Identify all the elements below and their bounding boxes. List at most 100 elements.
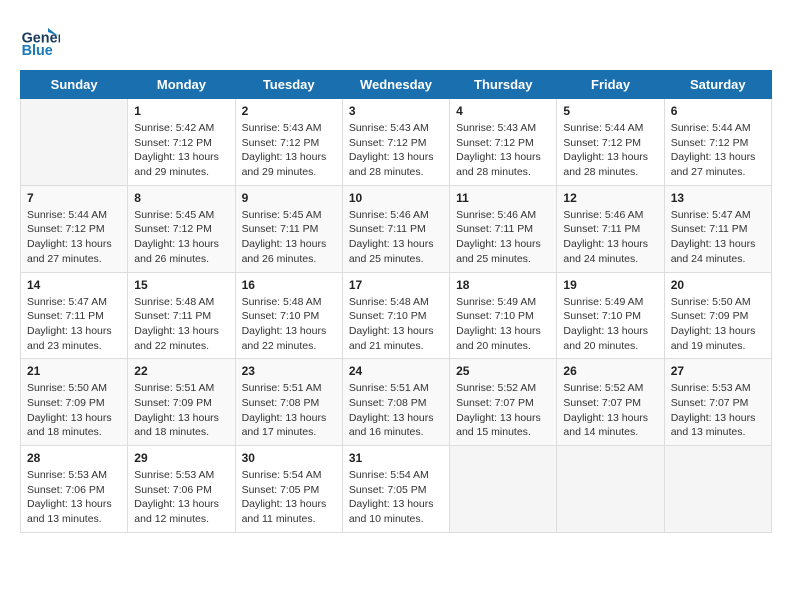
calendar-cell: 28 Sunrise: 5:53 AM Sunset: 7:06 PM Dayli… [21, 446, 128, 533]
day-info: Sunrise: 5:48 AM Sunset: 7:11 PM Dayligh… [134, 295, 228, 354]
day-number: 28 [27, 451, 121, 465]
calendar-cell: 14 Sunrise: 5:47 AM Sunset: 7:11 PM Dayli… [21, 272, 128, 359]
calendar-cell: 30 Sunrise: 5:54 AM Sunset: 7:05 PM Dayli… [235, 446, 342, 533]
day-number: 24 [349, 364, 443, 378]
day-number: 29 [134, 451, 228, 465]
calendar-cell: 10 Sunrise: 5:46 AM Sunset: 7:11 PM Dayli… [342, 185, 449, 272]
day-info: Sunrise: 5:52 AM Sunset: 7:07 PM Dayligh… [456, 381, 550, 440]
calendar-table: SundayMondayTuesdayWednesdayThursdayFrid… [20, 70, 772, 533]
day-number: 25 [456, 364, 550, 378]
logo-icon: General Blue [20, 20, 60, 60]
day-number: 7 [27, 191, 121, 205]
day-number: 16 [242, 278, 336, 292]
day-info: Sunrise: 5:49 AM Sunset: 7:10 PM Dayligh… [563, 295, 657, 354]
calendar-cell: 11Sunrise: 5:46 AM Sunset: 7:11 PM Dayli… [450, 185, 557, 272]
calendar-cell: 18Sunrise: 5:49 AM Sunset: 7:10 PM Dayli… [450, 272, 557, 359]
day-info: Sunrise: 5:51 AM Sunset: 7:08 PM Dayligh… [242, 381, 336, 440]
day-number: 12 [563, 191, 657, 205]
calendar-cell: 24 Sunrise: 5:51 AM Sunset: 7:08 PM Dayli… [342, 359, 449, 446]
calendar-cell: 3 Sunrise: 5:43 AM Sunset: 7:12 PM Daylig… [342, 99, 449, 186]
calendar-week-5: 28 Sunrise: 5:53 AM Sunset: 7:06 PM Dayli… [21, 446, 772, 533]
page-header: General Blue [20, 20, 772, 60]
day-number: 8 [134, 191, 228, 205]
day-number: 14 [27, 278, 121, 292]
day-info: Sunrise: 5:42 AM Sunset: 7:12 PM Dayligh… [134, 121, 228, 180]
calendar-cell: 9 Sunrise: 5:45 AM Sunset: 7:11 PM Daylig… [235, 185, 342, 272]
day-info: Sunrise: 5:54 AM Sunset: 7:05 PM Dayligh… [242, 468, 336, 527]
day-info: Sunrise: 5:51 AM Sunset: 7:08 PM Dayligh… [349, 381, 443, 440]
day-info: Sunrise: 5:43 AM Sunset: 7:12 PM Dayligh… [349, 121, 443, 180]
calendar-cell [21, 99, 128, 186]
day-info: Sunrise: 5:52 AM Sunset: 7:07 PM Dayligh… [563, 381, 657, 440]
calendar-cell [450, 446, 557, 533]
calendar-cell: 7 Sunrise: 5:44 AM Sunset: 7:12 PM Daylig… [21, 185, 128, 272]
calendar-week-4: 21Sunrise: 5:50 AM Sunset: 7:09 PM Dayli… [21, 359, 772, 446]
calendar-cell [557, 446, 664, 533]
day-number: 15 [134, 278, 228, 292]
day-info: Sunrise: 5:46 AM Sunset: 7:11 PM Dayligh… [563, 208, 657, 267]
calendar-cell: 22Sunrise: 5:51 AM Sunset: 7:09 PM Dayli… [128, 359, 235, 446]
day-info: Sunrise: 5:47 AM Sunset: 7:11 PM Dayligh… [27, 295, 121, 354]
calendar-cell: 25 Sunrise: 5:52 AM Sunset: 7:07 PM Dayli… [450, 359, 557, 446]
calendar-cell: 16 Sunrise: 5:48 AM Sunset: 7:10 PM Dayli… [235, 272, 342, 359]
calendar-cell: 27 Sunrise: 5:53 AM Sunset: 7:07 PM Dayli… [664, 359, 771, 446]
day-number: 6 [671, 104, 765, 118]
day-number: 2 [242, 104, 336, 118]
day-info: Sunrise: 5:45 AM Sunset: 7:12 PM Dayligh… [134, 208, 228, 267]
col-header-monday: Monday [128, 71, 235, 99]
day-info: Sunrise: 5:45 AM Sunset: 7:11 PM Dayligh… [242, 208, 336, 267]
col-header-friday: Friday [557, 71, 664, 99]
calendar-week-3: 14 Sunrise: 5:47 AM Sunset: 7:11 PM Dayli… [21, 272, 772, 359]
day-info: Sunrise: 5:53 AM Sunset: 7:07 PM Dayligh… [671, 381, 765, 440]
calendar-cell: 19Sunrise: 5:49 AM Sunset: 7:10 PM Dayli… [557, 272, 664, 359]
calendar-cell: 26 Sunrise: 5:52 AM Sunset: 7:07 PM Dayli… [557, 359, 664, 446]
day-info: Sunrise: 5:54 AM Sunset: 7:05 PM Dayligh… [349, 468, 443, 527]
day-info: Sunrise: 5:43 AM Sunset: 7:12 PM Dayligh… [456, 121, 550, 180]
day-info: Sunrise: 5:43 AM Sunset: 7:12 PM Dayligh… [242, 121, 336, 180]
day-info: Sunrise: 5:44 AM Sunset: 7:12 PM Dayligh… [27, 208, 121, 267]
calendar-cell: 20 Sunrise: 5:50 AM Sunset: 7:09 PM Dayli… [664, 272, 771, 359]
day-info: Sunrise: 5:48 AM Sunset: 7:10 PM Dayligh… [242, 295, 336, 354]
calendar-cell: 31Sunrise: 5:54 AM Sunset: 7:05 PM Dayli… [342, 446, 449, 533]
day-info: Sunrise: 5:53 AM Sunset: 7:06 PM Dayligh… [27, 468, 121, 527]
day-info: Sunrise: 5:46 AM Sunset: 7:11 PM Dayligh… [349, 208, 443, 267]
day-number: 20 [671, 278, 765, 292]
col-header-wednesday: Wednesday [342, 71, 449, 99]
calendar-cell: 29 Sunrise: 5:53 AM Sunset: 7:06 PM Dayli… [128, 446, 235, 533]
day-number: 26 [563, 364, 657, 378]
day-number: 30 [242, 451, 336, 465]
calendar-cell: 4 Sunrise: 5:43 AM Sunset: 7:12 PM Daylig… [450, 99, 557, 186]
day-number: 27 [671, 364, 765, 378]
calendar-cell: 2 Sunrise: 5:43 AM Sunset: 7:12 PM Daylig… [235, 99, 342, 186]
calendar-cell: 12 Sunrise: 5:46 AM Sunset: 7:11 PM Dayli… [557, 185, 664, 272]
day-info: Sunrise: 5:47 AM Sunset: 7:11 PM Dayligh… [671, 208, 765, 267]
calendar-cell: 17Sunrise: 5:48 AM Sunset: 7:10 PM Dayli… [342, 272, 449, 359]
day-number: 3 [349, 104, 443, 118]
col-header-tuesday: Tuesday [235, 71, 342, 99]
calendar-cell: 5 Sunrise: 5:44 AM Sunset: 7:12 PM Daylig… [557, 99, 664, 186]
calendar-week-2: 7 Sunrise: 5:44 AM Sunset: 7:12 PM Daylig… [21, 185, 772, 272]
calendar-cell [664, 446, 771, 533]
day-info: Sunrise: 5:50 AM Sunset: 7:09 PM Dayligh… [671, 295, 765, 354]
day-number: 4 [456, 104, 550, 118]
calendar-cell: 13 Sunrise: 5:47 AM Sunset: 7:11 PM Dayli… [664, 185, 771, 272]
day-info: Sunrise: 5:46 AM Sunset: 7:11 PM Dayligh… [456, 208, 550, 267]
day-number: 9 [242, 191, 336, 205]
svg-text:Blue: Blue [22, 43, 53, 59]
calendar-cell: 6 Sunrise: 5:44 AM Sunset: 7:12 PM Daylig… [664, 99, 771, 186]
calendar-week-1: 1 Sunrise: 5:42 AM Sunset: 7:12 PM Daylig… [21, 99, 772, 186]
calendar-cell: 8 Sunrise: 5:45 AM Sunset: 7:12 PM Daylig… [128, 185, 235, 272]
logo: General Blue [20, 20, 64, 60]
day-info: Sunrise: 5:53 AM Sunset: 7:06 PM Dayligh… [134, 468, 228, 527]
day-info: Sunrise: 5:50 AM Sunset: 7:09 PM Dayligh… [27, 381, 121, 440]
day-info: Sunrise: 5:44 AM Sunset: 7:12 PM Dayligh… [563, 121, 657, 180]
calendar-cell: 23Sunrise: 5:51 AM Sunset: 7:08 PM Dayli… [235, 359, 342, 446]
day-number: 1 [134, 104, 228, 118]
day-number: 10 [349, 191, 443, 205]
day-info: Sunrise: 5:48 AM Sunset: 7:10 PM Dayligh… [349, 295, 443, 354]
day-number: 13 [671, 191, 765, 205]
calendar-cell: 1 Sunrise: 5:42 AM Sunset: 7:12 PM Daylig… [128, 99, 235, 186]
day-info: Sunrise: 5:44 AM Sunset: 7:12 PM Dayligh… [671, 121, 765, 180]
day-number: 5 [563, 104, 657, 118]
day-number: 18 [456, 278, 550, 292]
